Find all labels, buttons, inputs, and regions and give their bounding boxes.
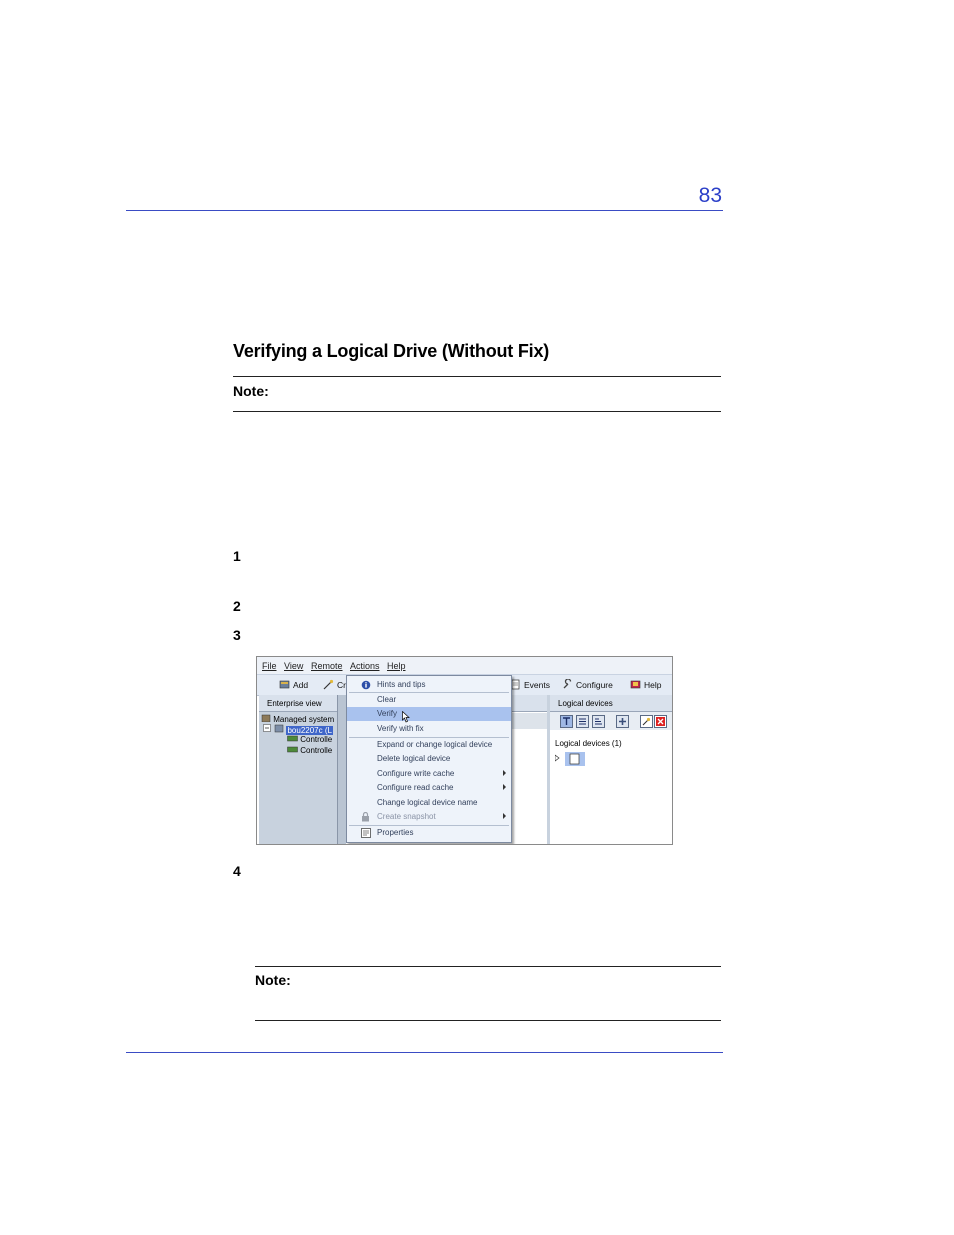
submenu-arrow-icon <box>503 770 506 776</box>
middle-pane-toolbar <box>510 713 547 729</box>
tree-item-controller-1[interactable]: Controlle <box>287 735 332 744</box>
building-icon <box>261 714 271 723</box>
menu-item-delete-logical-device[interactable]: Delete logical device <box>347 752 511 766</box>
wrench-icon <box>563 679 572 689</box>
view-list-button[interactable] <box>576 715 589 728</box>
app-screenshot: File View Remote Actions Help Add Cr Eve… <box>256 656 673 845</box>
menu-file[interactable]: File <box>262 661 277 671</box>
logical-device-item[interactable] <box>554 752 585 768</box>
wand-icon <box>642 717 651 726</box>
menu-item-verify[interactable]: Verify <box>347 707 511 723</box>
pane-splitter[interactable] <box>338 695 346 844</box>
page-number: 83 <box>698 184 722 207</box>
menu-item-configure-read-cache[interactable]: Configure read cache <box>347 781 511 795</box>
menu-view[interactable]: View <box>284 661 303 671</box>
toolbar-configure-button[interactable]: Configure <box>562 679 613 690</box>
note2-bottom-rule <box>255 1020 721 1021</box>
tree-item-managed-systems[interactable]: Managed system <box>261 713 334 724</box>
toolbar-add-button[interactable]: Add <box>279 679 308 690</box>
note2-top-rule <box>255 966 721 967</box>
step-number-4: 4 <box>233 863 241 879</box>
collapse-icon[interactable] <box>263 724 272 733</box>
details-view-icon <box>595 718 602 725</box>
server-icon <box>274 724 284 733</box>
delete-button[interactable] <box>654 715 667 728</box>
plus-icon <box>619 718 626 725</box>
add-logical-device-button[interactable] <box>616 715 629 728</box>
toolbar-create-button[interactable]: Cr <box>323 679 346 690</box>
step-number-2: 2 <box>233 598 241 614</box>
text-view-icon <box>563 717 570 725</box>
menu-item-properties[interactable]: Properties <box>347 826 511 840</box>
create-wizard-button[interactable] <box>640 715 653 728</box>
enterprise-view-pane: Enterprise view Managed system bou2207c … <box>259 695 338 844</box>
list-view-icon <box>579 718 586 725</box>
controller-icon <box>287 735 298 742</box>
wand-icon <box>323 679 334 690</box>
submenu-arrow-icon <box>503 784 506 790</box>
step-number-3: 3 <box>233 627 241 643</box>
controller-icon <box>287 746 298 753</box>
delete-x-icon <box>656 717 665 726</box>
menu-item-clear[interactable]: Clear <box>347 693 511 707</box>
header-rule <box>126 210 723 211</box>
menu-item-change-device-name[interactable]: Change logical device name <box>347 796 511 810</box>
menu-item-expand-logical-device[interactable]: Expand or change logical device <box>347 738 511 752</box>
info-icon <box>361 680 371 690</box>
add-server-icon <box>279 680 290 689</box>
tree-item-controller-2[interactable]: Controlle <box>287 746 332 755</box>
submenu-arrow-icon <box>503 813 506 819</box>
logical-devices-count: Logical devices (1) <box>555 739 622 748</box>
properties-icon <box>361 828 371 838</box>
tree-item-system[interactable]: bou2207c (L <box>263 724 333 735</box>
menu-help[interactable]: Help <box>387 661 406 671</box>
actions-context-menu: Hints and tips Clear Verify Verify with … <box>346 675 512 843</box>
note-bottom-rule <box>233 411 721 412</box>
toolbar-help-button[interactable]: Help <box>630 679 661 690</box>
menu-item-create-snapshot[interactable]: Create snapshot <box>347 810 511 824</box>
lock-icon <box>362 812 369 822</box>
note-top-rule <box>233 376 721 377</box>
enterprise-view-header: Enterprise view <box>259 695 337 712</box>
menu-actions[interactable]: Actions <box>350 661 380 671</box>
logical-device-icon <box>554 752 585 766</box>
section-title: Verifying a Logical Drive (Without Fix) <box>233 341 550 361</box>
footer-rule <box>126 1052 723 1053</box>
menu-bar: File View Remote Actions Help <box>257 657 672 674</box>
view-icons-button[interactable] <box>560 715 573 728</box>
toolbar-events-button[interactable]: Events <box>510 679 550 690</box>
menu-remote[interactable]: Remote <box>311 661 343 671</box>
menu-item-verify-with-fix[interactable]: Verify with fix <box>347 722 511 736</box>
help-book-icon <box>630 680 641 689</box>
logical-devices-toolbar <box>550 712 672 730</box>
menu-item-configure-write-cache[interactable]: Configure write cache <box>347 767 511 781</box>
view-details-button[interactable] <box>592 715 605 728</box>
middle-pane-header <box>510 695 547 712</box>
note2-label: Note: <box>255 972 291 988</box>
menu-item-hints-and-tips[interactable]: Hints and tips <box>347 678 511 692</box>
logical-devices-header: Logical devices <box>550 695 672 712</box>
note-label: Note: <box>233 383 269 399</box>
step-number-1: 1 <box>233 548 241 564</box>
